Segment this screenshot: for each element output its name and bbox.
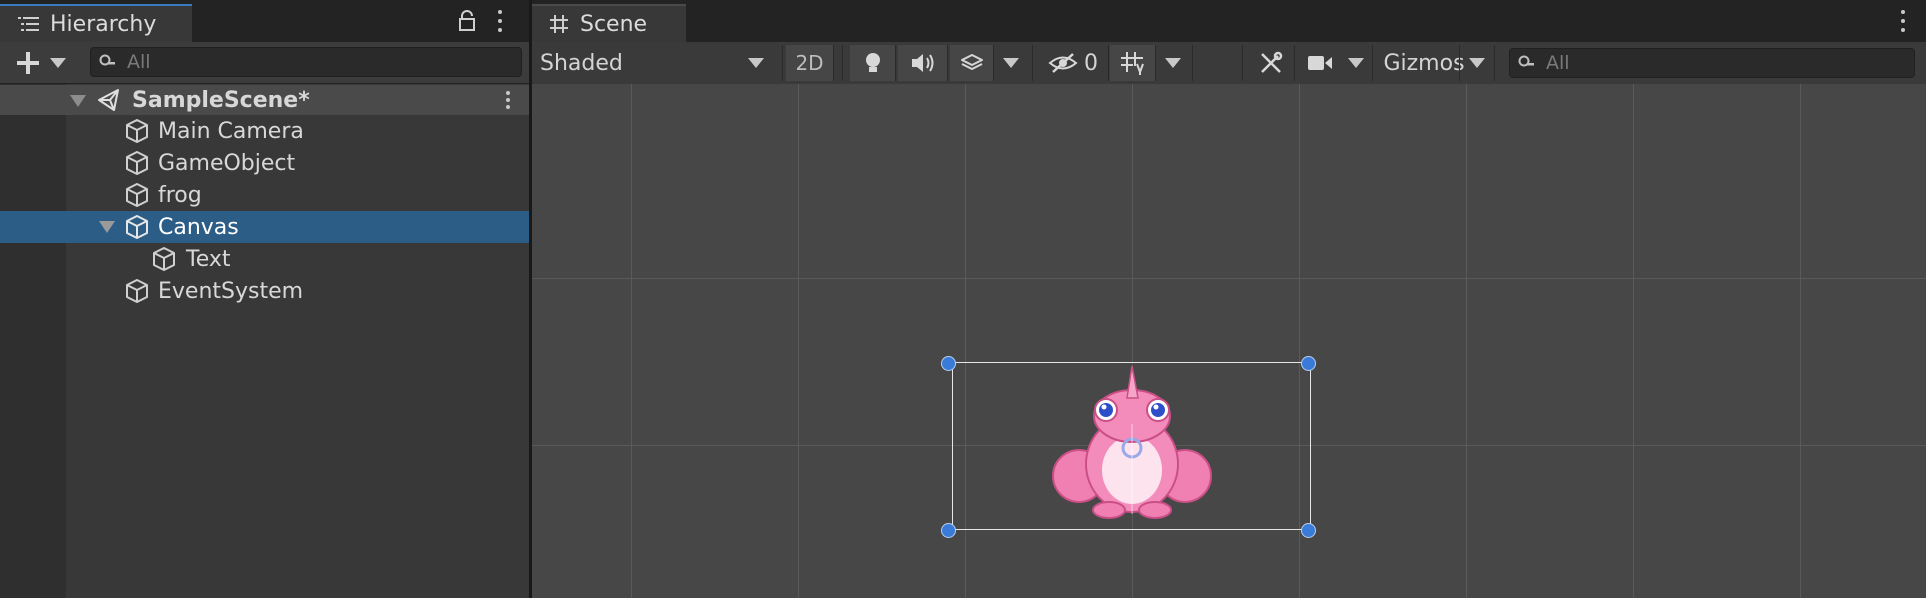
list-item[interactable]: GameObject (0, 147, 529, 179)
cube-icon (126, 215, 148, 239)
hierarchy-menu-icon[interactable] (493, 8, 507, 34)
cube-icon (126, 151, 148, 175)
tools-icon (1261, 51, 1283, 73)
item-label: Canvas (158, 214, 239, 240)
search-icon (99, 54, 115, 66)
hierarchy-tab-label: Hierarchy (50, 11, 157, 37)
plus-icon (17, 52, 39, 74)
hidden-count: 0 (1084, 50, 1098, 76)
hierarchy-toolbar (0, 42, 529, 84)
eye-hidden-icon (1048, 53, 1078, 73)
list-item[interactable]: Main Camera (0, 115, 529, 147)
create-button[interactable] (14, 49, 66, 77)
rect-handle-bottom-right[interactable] (1301, 523, 1316, 538)
audio-toggle-button[interactable] (898, 45, 948, 81)
hierarchy-search-input[interactable] (125, 50, 511, 74)
lighting-toggle-button[interactable] (850, 45, 896, 81)
item-label: Text (186, 246, 231, 272)
chevron-down-icon (1469, 58, 1485, 68)
cube-icon (126, 119, 148, 143)
hidden-objects-toggle[interactable]: 0 (1040, 45, 1106, 81)
expand-arrow-icon[interactable] (99, 221, 115, 233)
2d-label: 2D (795, 51, 824, 75)
rect-handle-bottom-left[interactable] (941, 523, 956, 538)
expand-arrow-icon[interactable] (70, 95, 86, 107)
lightbulb-icon (865, 53, 880, 72)
chevron-down-icon (748, 58, 764, 68)
hierarchy-search-box[interactable] (90, 47, 522, 77)
hierarchy-panel: Hierarchy SampleScene* (0, 0, 529, 598)
hierarchy-tree: SampleScene* Main Camera GameObject frog… (0, 84, 529, 598)
rect-handle-top-right[interactable] (1301, 356, 1316, 371)
chevron-down-icon (1165, 58, 1181, 68)
scene-viewport[interactable] (532, 84, 1926, 598)
list-item[interactable]: EventSystem (0, 275, 529, 307)
tab-scene[interactable]: Scene (532, 4, 686, 42)
lock-icon[interactable] (458, 10, 476, 36)
tab-hierarchy[interactable]: Hierarchy (0, 4, 192, 42)
scene-panel: Scene Shaded 2D 0 Gizmos All (532, 0, 1926, 598)
search-icon (1518, 55, 1534, 67)
item-label: frog (158, 182, 202, 208)
item-label: EventSystem (158, 278, 304, 304)
effects-dropdown[interactable] (994, 45, 1028, 81)
grid-snap-icon (1120, 52, 1144, 75)
chevron-down-icon (50, 58, 66, 68)
effects-toggle-button[interactable] (950, 45, 994, 81)
chevron-down-icon (1003, 58, 1019, 68)
frog-sprite[interactable] (1047, 364, 1217, 524)
scene-name: SampleScene* (132, 87, 310, 113)
scene-tabbar: Scene (532, 0, 1926, 42)
shading-mode-dropdown[interactable]: Shaded (540, 45, 770, 81)
list-icon (18, 15, 40, 33)
cube-icon (153, 247, 175, 271)
hierarchy-tabbar: Hierarchy (0, 0, 529, 42)
scene-search-box[interactable] (1509, 48, 1915, 78)
scene-menu-icon[interactable] (503, 89, 513, 111)
grid-toggle-button[interactable] (1110, 45, 1156, 81)
scene-row[interactable]: SampleScene* (0, 85, 529, 115)
item-label: Main Camera (158, 118, 304, 144)
cube-icon (126, 279, 148, 303)
rect-handle-top-left[interactable] (941, 356, 956, 371)
cube-icon (126, 183, 148, 207)
camera-icon (1308, 56, 1332, 70)
scene-toolbar: Shaded 2D 0 Gizmos All (532, 42, 1926, 85)
gizmos-dropdown[interactable] (1462, 45, 1492, 81)
grid-hash-icon (548, 13, 570, 35)
shading-mode-label: Shaded (540, 50, 623, 76)
item-label: GameObject (158, 150, 296, 176)
layers-effects-icon (960, 54, 983, 70)
scene-search-input[interactable] (1544, 51, 1904, 75)
camera-settings-button[interactable] (1298, 45, 1342, 81)
list-item[interactable]: Text (0, 243, 529, 275)
speaker-icon (911, 54, 933, 72)
scene-tab-label: Scene (580, 11, 648, 37)
list-item[interactable]: Canvas (0, 211, 529, 243)
list-item[interactable]: frog (0, 179, 529, 211)
gizmos-label: Gizmos (1383, 50, 1465, 76)
chevron-down-icon (1348, 58, 1364, 68)
2d-toggle-button[interactable]: 2D (786, 45, 834, 81)
scene-menu-icon[interactable] (1896, 8, 1910, 34)
grid-dropdown[interactable] (1156, 45, 1190, 81)
tools-button[interactable] (1248, 45, 1294, 81)
camera-dropdown[interactable] (1342, 45, 1370, 81)
